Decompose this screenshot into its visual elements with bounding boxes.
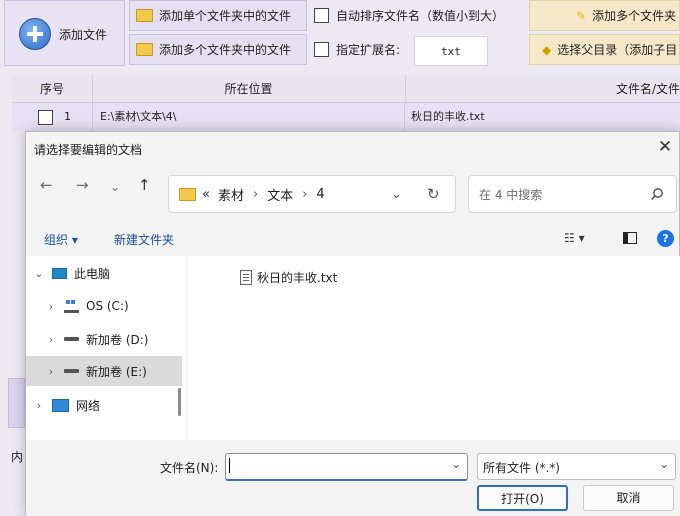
forward-icon[interactable]: → [76,176,89,194]
crumb-sucai[interactable]: 素材 [218,185,244,204]
file-list: 秋日的丰收.txt [188,256,680,440]
tree-scrollbar-thumb[interactable] [178,388,181,416]
checkbox-box[interactable] [314,42,329,57]
filetype-value: 所有文件 (*.*) [483,461,560,475]
chevron-right-icon[interactable]: › [38,300,64,313]
text-caret [229,458,230,473]
crumb-separator: › [302,186,308,202]
header-filename: 文件名/文件 [615,82,680,96]
add-file-button[interactable]: 添加文件 [4,0,125,66]
shield-icon: ◆ [542,42,552,57]
drive-icon [64,337,79,341]
address-bar[interactable]: « 素材 › 文本 › 4 ⌄ ↻ [168,175,456,213]
file-item[interactable]: 秋日的丰收.txt [240,269,337,286]
help-icon[interactable]: ? [657,230,674,247]
navigation-tree: ⌄ 此电脑 › OS (C:) › 新加卷 (D:) › 新加卷 (E:) › … [26,256,186,440]
table-header: 序号 所在位置 文件名/文件 [12,75,680,103]
header-location: 所在位置 [92,75,406,103]
new-folder-button[interactable]: 新建文件夹 [114,231,174,248]
row-index: 1 [64,110,71,123]
organize-menu[interactable]: 组织 ▾ [44,231,78,248]
add-multi-folder-right-button[interactable]: ✎ 添加多个文件夹 [529,0,680,31]
view-options-icon[interactable]: ☷ ▾ [564,231,585,245]
chevron-down-icon[interactable]: ⌄ [659,457,669,471]
crumb-4[interactable]: 4 [316,187,324,202]
drive-icon [64,369,79,373]
chevron-right-icon[interactable]: › [26,399,52,412]
close-icon[interactable]: ✕ [651,134,679,160]
row-filename: 秋日的丰收.txt [411,110,485,123]
specify-ext-checkbox[interactable]: 指定扩展名: [314,34,400,65]
checkbox-box[interactable] [314,8,329,23]
auto-sort-label: 自动排序文件名（数值小到大） [336,9,505,23]
hidden-panel-edge [8,378,25,428]
chevron-down-icon[interactable]: ⌄ [451,457,461,471]
left-fragment-text: 内 [11,450,24,464]
folder-icon [136,43,153,56]
tree-label: 网络 [76,398,101,413]
dialog-footer: 文件名(N): ⌄ 所有文件 (*.*) ⌄ 打开(O) 取消 [26,440,680,516]
preview-pane-icon[interactable] [623,232,637,244]
file-open-dialog: 请选择要编辑的文档 ✕ ← → ⌄ ↑ « 素材 › 文本 › 4 ⌄ ↻ 在 … [25,131,680,516]
chevron-down-icon[interactable]: ⌄ [26,267,52,280]
add-single-folder-button[interactable]: 添加单个文件夹中的文件 [129,0,307,31]
tree-label: 新加卷 (D:) [86,332,149,347]
ext-input[interactable]: txt [414,36,488,66]
add-multi-folder-right-label: 添加多个文件夹 [592,9,677,23]
address-dropdown-icon[interactable]: ⌄ [391,187,402,202]
tree-label: 新加卷 (E:) [86,364,147,379]
chevron-right-icon[interactable]: › [38,365,64,378]
specify-ext-label: 指定扩展名: [336,43,401,57]
computer-icon [52,267,67,279]
search-placeholder: 在 4 中搜索 [479,188,543,202]
row-checkbox[interactable] [38,110,53,125]
tree-item-drive-c[interactable]: › OS (C:) [26,291,182,321]
tree-item-drive-d[interactable]: › 新加卷 (D:) [26,324,182,354]
network-icon [52,398,69,412]
search-input[interactable]: 在 4 中搜索 [468,175,677,213]
add-single-folder-label: 添加单个文件夹中的文件 [159,9,292,23]
address-overflow[interactable]: « [202,187,210,202]
folder-icon [179,187,196,201]
tree-label: 此电脑 [74,266,111,281]
back-icon[interactable]: ← [40,176,53,194]
filename-input[interactable]: ⌄ [225,453,468,481]
windows-drive-icon [64,299,79,313]
plus-circle-icon [19,18,51,50]
add-file-label: 添加文件 [59,28,108,42]
crumb-separator: › [252,186,259,202]
select-parent-button[interactable]: ◆ 选择父目录（添加子目 [529,34,680,65]
search-icon [651,188,663,200]
tree-label: OS (C:) [86,299,129,313]
cancel-button[interactable]: 取消 [583,485,674,511]
row-location: E:\素材\文本\4\ [92,103,405,131]
tree-item-network[interactable]: › 网络 [26,390,170,420]
dialog-title: 请选择要编辑的文档 [34,143,143,157]
select-parent-label: 选择父目录（添加子目 [557,43,678,57]
tree-item-drive-e[interactable]: › 新加卷 (E:) [26,356,182,386]
text-file-icon [240,270,252,285]
row-index-cell: 1 [12,103,93,131]
folder-icon [136,9,153,22]
header-index: 序号 [12,75,93,103]
refresh-icon[interactable]: ↻ [427,185,440,203]
filetype-select[interactable]: 所有文件 (*.*) ⌄ [477,453,676,480]
auto-sort-checkbox[interactable]: 自动排序文件名（数值小到大） [314,0,504,31]
add-multi-folder-button[interactable]: 添加多个文件夹中的文件 [129,34,307,65]
chevron-right-icon[interactable]: › [38,333,64,346]
filename-label: 文件名(N): [160,461,219,475]
up-arrow-icon[interactable]: ↑ [138,176,151,194]
brush-icon: ✎ [576,8,587,23]
table-row[interactable]: 1 E:\素材\文本\4\ 秋日的丰收.txt [12,103,680,131]
file-name: 秋日的丰收.txt [257,271,338,285]
crumb-wenben[interactable]: 文本 [267,185,293,204]
add-multi-folder-label: 添加多个文件夹中的文件 [159,43,292,57]
tree-item-this-pc[interactable]: ⌄ 此电脑 [26,258,170,288]
open-button[interactable]: 打开(O) [477,485,568,511]
history-chevron-icon[interactable]: ⌄ [110,180,120,194]
